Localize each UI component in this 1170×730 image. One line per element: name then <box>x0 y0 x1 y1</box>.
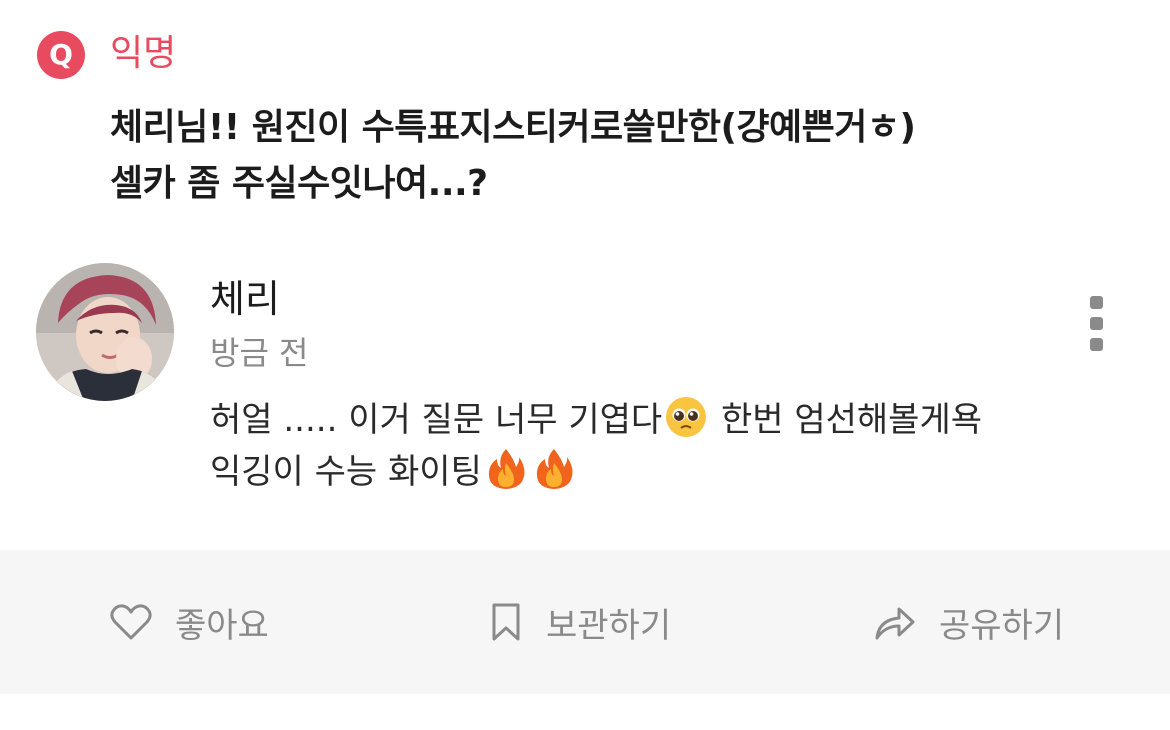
heart-icon <box>110 604 152 640</box>
answer-text: 허얼 ..... 이거 질문 너무 기엽다 한번 엄선해볼게욕 익깅이 수능 화… <box>210 394 1150 498</box>
q-badge-icon: Q <box>37 31 85 79</box>
more-vertical-icon[interactable] <box>1082 292 1112 356</box>
question-author: 익명 <box>110 33 177 74</box>
bookmark-icon <box>492 603 520 641</box>
answer-text-segment: 익깅이 수능 화이팅 <box>210 452 482 492</box>
fire-emoji <box>536 449 573 489</box>
pleading-face-emoji <box>666 397 707 437</box>
share-button[interactable]: 공유하기 <box>873 597 1064 647</box>
answer-line: 허얼 ..... 이거 질문 너무 기엽다 한번 엄선해볼게욕 <box>210 394 1150 446</box>
answer-timestamp: 방금 전 <box>210 334 309 372</box>
share-arrow-icon <box>875 607 915 640</box>
action-bar: 좋아요 보관하기 공유하기 <box>0 550 1170 694</box>
answer-author-name[interactable]: 체리 <box>210 276 280 322</box>
share-label: 공유하기 <box>939 605 1065 646</box>
question-line: 셀카 좀 주실수잇나여...? <box>110 163 488 204</box>
avatar[interactable] <box>36 263 174 401</box>
like-button[interactable]: 좋아요 <box>109 597 269 647</box>
save-label: 보관하기 <box>546 605 672 646</box>
answer-line: 익깅이 수능 화이팅 <box>210 446 1150 498</box>
fire-emoji <box>488 449 525 489</box>
avatar-photo <box>36 263 174 401</box>
qa-page: Q 익명 체리님!! 원진이 수특표지스티커로쓸만한(걍예쁜거ㅎ) 셀카 좀 주… <box>0 0 1170 730</box>
like-label: 좋아요 <box>175 605 269 646</box>
answer-text-segment: 허얼 ..... 이거 질문 너무 기엽다 <box>210 400 663 440</box>
question-text: 체리님!! 원진이 수특표지스티커로쓸만한(걍예쁜거ㅎ) 셀카 좀 주실수잇나여… <box>110 100 1150 212</box>
question-line: 체리님!! 원진이 수특표지스티커로쓸만한(걍예쁜거ㅎ) <box>110 107 916 148</box>
save-button[interactable]: 보관하기 <box>488 597 671 647</box>
answer-text-segment: 한번 엄선해볼게욕 <box>710 400 983 440</box>
